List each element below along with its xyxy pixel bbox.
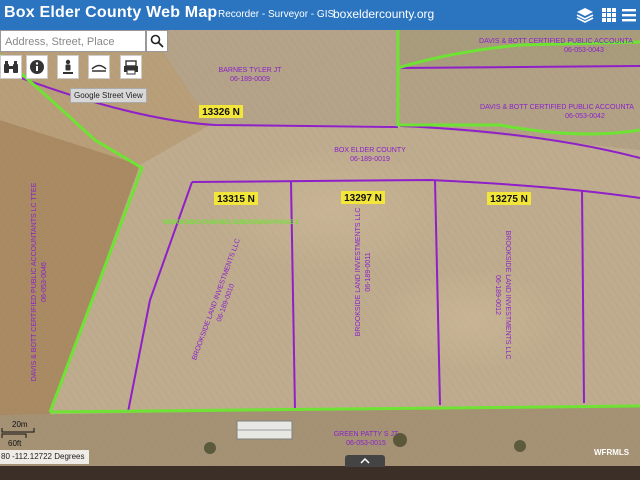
parcel-owner-label: GREEN PATTY S JT xyxy=(334,431,399,438)
light-patch xyxy=(210,150,450,270)
scale-label-meters: 20m xyxy=(12,420,28,429)
layers-button[interactable] xyxy=(574,4,596,26)
parcel-id-label: 06-053-0015 xyxy=(346,440,386,447)
grid-icon xyxy=(602,8,616,22)
chevron-up-icon xyxy=(360,458,370,464)
street-view-button[interactable] xyxy=(57,55,79,79)
watermark: WFRMLS xyxy=(594,448,630,457)
scale-label-feet: 60ft xyxy=(8,439,22,448)
address-label: 13326 N xyxy=(202,107,240,118)
info-icon xyxy=(30,60,44,74)
parcel-owner-label: BARNES TYLER JT xyxy=(219,67,283,74)
search-box xyxy=(0,30,147,52)
coordinate-readout: 80 -112.12722 Degrees xyxy=(0,450,89,464)
menu-icon xyxy=(622,9,636,22)
site-link[interactable]: boxeldercounty.org xyxy=(333,7,434,21)
parcel-owner-label: DAVIS & BOTT CERTIFIED PUBLIC ACCOUNTA xyxy=(480,104,634,111)
binoculars-icon xyxy=(4,61,18,73)
address-label: 13275 N xyxy=(490,194,528,205)
layers-icon xyxy=(576,8,594,23)
tree xyxy=(514,440,526,452)
parcel-owner-label: BOX ELDER COUNTY xyxy=(334,147,406,154)
search-icon xyxy=(150,34,164,48)
parcel-owner-label: DAVIS & BOTT CERTIFIED PUBLIC ACCOUNTA xyxy=(479,38,633,45)
parcel-owner-label: BROOKSIDE LAND INVESTMENTS LLC xyxy=(355,208,362,337)
app-header: Box Elder County Web Map Recorder - Surv… xyxy=(0,0,640,30)
parcel-id-label: 06-189-0009 xyxy=(230,76,270,83)
measure-button[interactable] xyxy=(88,55,110,79)
bottom-photo-strip xyxy=(0,466,640,480)
menu-button[interactable] xyxy=(618,4,640,26)
street-view-tooltip: Google Street View xyxy=(70,88,147,103)
parcel-id-label: 06-189-0011 xyxy=(365,252,372,291)
parcel-id-label: 06-053-0042 xyxy=(565,113,605,120)
identify-button[interactable] xyxy=(26,55,48,79)
grid-button[interactable] xyxy=(598,4,620,26)
parcel-id-label: 06-189-0012 xyxy=(494,275,501,315)
address-label: 13297 N xyxy=(344,193,382,204)
parcel-owner-label: DAVIS & BOTT CERTIFIED PUBLIC ACCOUNTANT… xyxy=(31,182,38,381)
search-input[interactable] xyxy=(3,32,147,52)
measure-icon xyxy=(91,64,107,72)
parcel-id-label: 06-053-0046 xyxy=(41,262,48,302)
panel-collapse-button[interactable] xyxy=(345,455,385,467)
print-button[interactable] xyxy=(120,55,142,79)
pegman-icon xyxy=(63,59,73,74)
parcel-owner-label: BROOKSIDE LAND INVESTMENTS LLC xyxy=(504,231,511,360)
print-icon xyxy=(124,60,138,75)
address-label: 13315 N xyxy=(217,194,255,205)
subdivision-label: BROOKSIDE RANCHES SUBDIVISION PHASE 1 xyxy=(163,220,299,226)
tree xyxy=(204,442,216,454)
light-patch xyxy=(380,270,560,370)
app-subtitle: Recorder - Surveyor - GIS xyxy=(218,9,335,20)
binoculars-button[interactable] xyxy=(0,55,22,79)
search-button[interactable] xyxy=(146,30,168,52)
parcel-id-label: 06-053-0043 xyxy=(564,47,604,54)
app-title: Box Elder County Web Map xyxy=(4,4,218,21)
parcel-id-label: 06-189-0019 xyxy=(350,156,390,163)
